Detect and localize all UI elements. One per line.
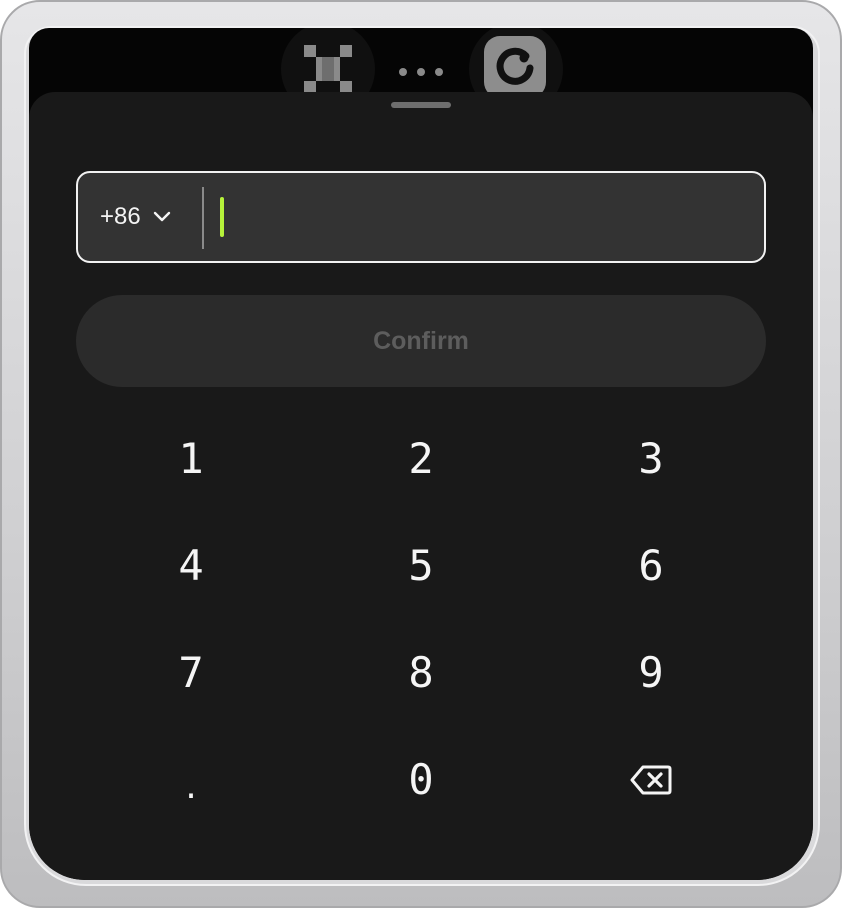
- phone-number-field[interactable]: +86: [76, 171, 766, 263]
- keypad-key-7[interactable]: 7: [76, 619, 306, 726]
- keypad-key-8[interactable]: 8: [306, 619, 536, 726]
- numeric-keypad: 1 2 3 4 5 6 7 8 9 . 0: [76, 405, 766, 835]
- keypad-key-1[interactable]: 1: [76, 405, 306, 512]
- sheet-grabber-handle[interactable]: [391, 102, 451, 108]
- phone-number-input[interactable]: [212, 181, 752, 253]
- keypad-key-3[interactable]: 3: [536, 405, 766, 512]
- keypad-key-decimal[interactable]: .: [76, 726, 306, 833]
- more-dots-icon[interactable]: [399, 58, 443, 86]
- keypad-key-0[interactable]: 0: [306, 726, 536, 833]
- field-divider: [202, 187, 204, 249]
- bottom-sheet: +86 Confirm 1 2 3 4 5 6 7 8 9 . 0: [29, 92, 813, 880]
- keypad-backspace-button[interactable]: [536, 726, 766, 833]
- keypad-key-2[interactable]: 2: [306, 405, 536, 512]
- country-code-label: +86: [100, 203, 141, 230]
- keypad-key-9[interactable]: 9: [536, 619, 766, 726]
- keypad-key-6[interactable]: 6: [536, 512, 766, 619]
- confirm-button[interactable]: Confirm: [76, 295, 766, 387]
- backspace-icon: [630, 765, 672, 794]
- country-code-selector[interactable]: +86: [78, 173, 202, 261]
- keypad-key-4[interactable]: 4: [76, 512, 306, 619]
- screen: +86 Confirm 1 2 3 4 5 6 7 8 9 . 0: [29, 28, 813, 880]
- chevron-down-icon: [153, 211, 170, 222]
- text-caret: [220, 197, 224, 237]
- keypad-key-5[interactable]: 5: [306, 512, 536, 619]
